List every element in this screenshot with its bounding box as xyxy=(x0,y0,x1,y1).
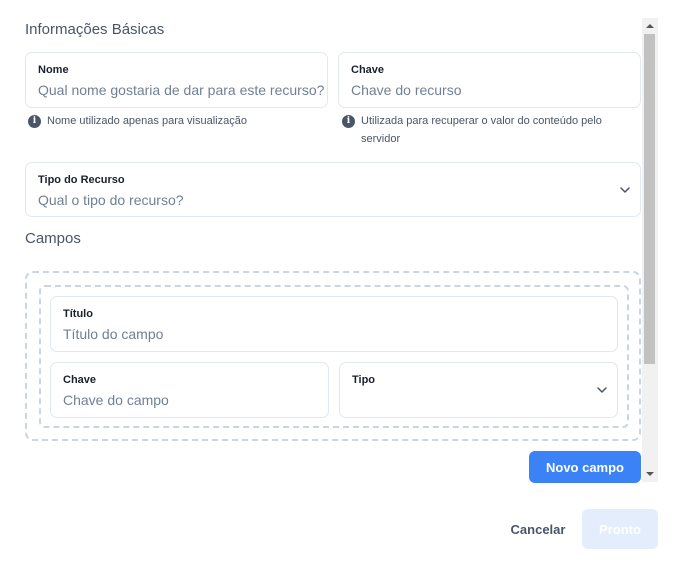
name-hint: i Nome utilizado apenas para visualizaçã… xyxy=(28,112,328,130)
name-placeholder: Qual nome gostaria de dar para este recu… xyxy=(38,82,325,98)
field-item: Título Título do campo Chave Chave do ca… xyxy=(39,285,629,428)
field-title-placeholder: Título do campo xyxy=(63,326,164,342)
scrollbar-thumb[interactable] xyxy=(644,34,655,364)
resource-type-label: Tipo do Recurso xyxy=(38,174,125,186)
modal-scroll-area: Informações Básicas Nome Qual nome gosta… xyxy=(0,0,658,484)
field-title-input[interactable]: Título Título do campo xyxy=(50,296,618,352)
key-field[interactable]: Chave Chave do recurso xyxy=(338,52,641,108)
section-title-fields: Campos xyxy=(25,230,81,247)
scrollbar[interactable] xyxy=(642,18,658,482)
field-type-label: Tipo xyxy=(352,374,376,386)
name-field[interactable]: Nome Qual nome gostaria de dar para este… xyxy=(25,52,328,108)
section-title-basic: Informações Básicas xyxy=(25,21,165,38)
key-label: Chave xyxy=(351,64,385,76)
resource-type-select[interactable]: Tipo do Recurso Qual o tipo do recurso? xyxy=(25,162,641,217)
add-field-button[interactable]: Novo campo xyxy=(529,451,641,483)
field-type-select[interactable]: Tipo xyxy=(339,362,618,418)
field-key-label: Chave xyxy=(63,374,97,386)
scroll-up-icon[interactable] xyxy=(646,24,654,28)
chevron-down-icon xyxy=(597,387,607,393)
field-key-placeholder: Chave do campo xyxy=(63,392,169,408)
key-hint: i Utilizada para recuperar o valor do co… xyxy=(342,112,632,148)
name-hint-text: Nome utilizado apenas para visualização xyxy=(47,115,247,127)
resource-type-placeholder: Qual o tipo do recurso? xyxy=(38,192,184,208)
key-hint-text: Utilizada para recuperar o valor do cont… xyxy=(361,115,602,145)
scroll-down-icon[interactable] xyxy=(646,472,654,476)
field-key-input[interactable]: Chave Chave do campo xyxy=(50,362,329,418)
done-button[interactable]: Pronto xyxy=(582,509,658,549)
name-label: Nome xyxy=(38,64,69,76)
info-icon: i xyxy=(342,115,355,128)
info-icon: i xyxy=(28,115,41,128)
key-placeholder: Chave do recurso xyxy=(351,82,462,98)
fields-group: Título Título do campo Chave Chave do ca… xyxy=(25,271,641,441)
field-title-label: Título xyxy=(63,308,93,320)
chevron-down-icon xyxy=(620,186,630,193)
cancel-button[interactable]: Cancelar xyxy=(502,511,574,547)
